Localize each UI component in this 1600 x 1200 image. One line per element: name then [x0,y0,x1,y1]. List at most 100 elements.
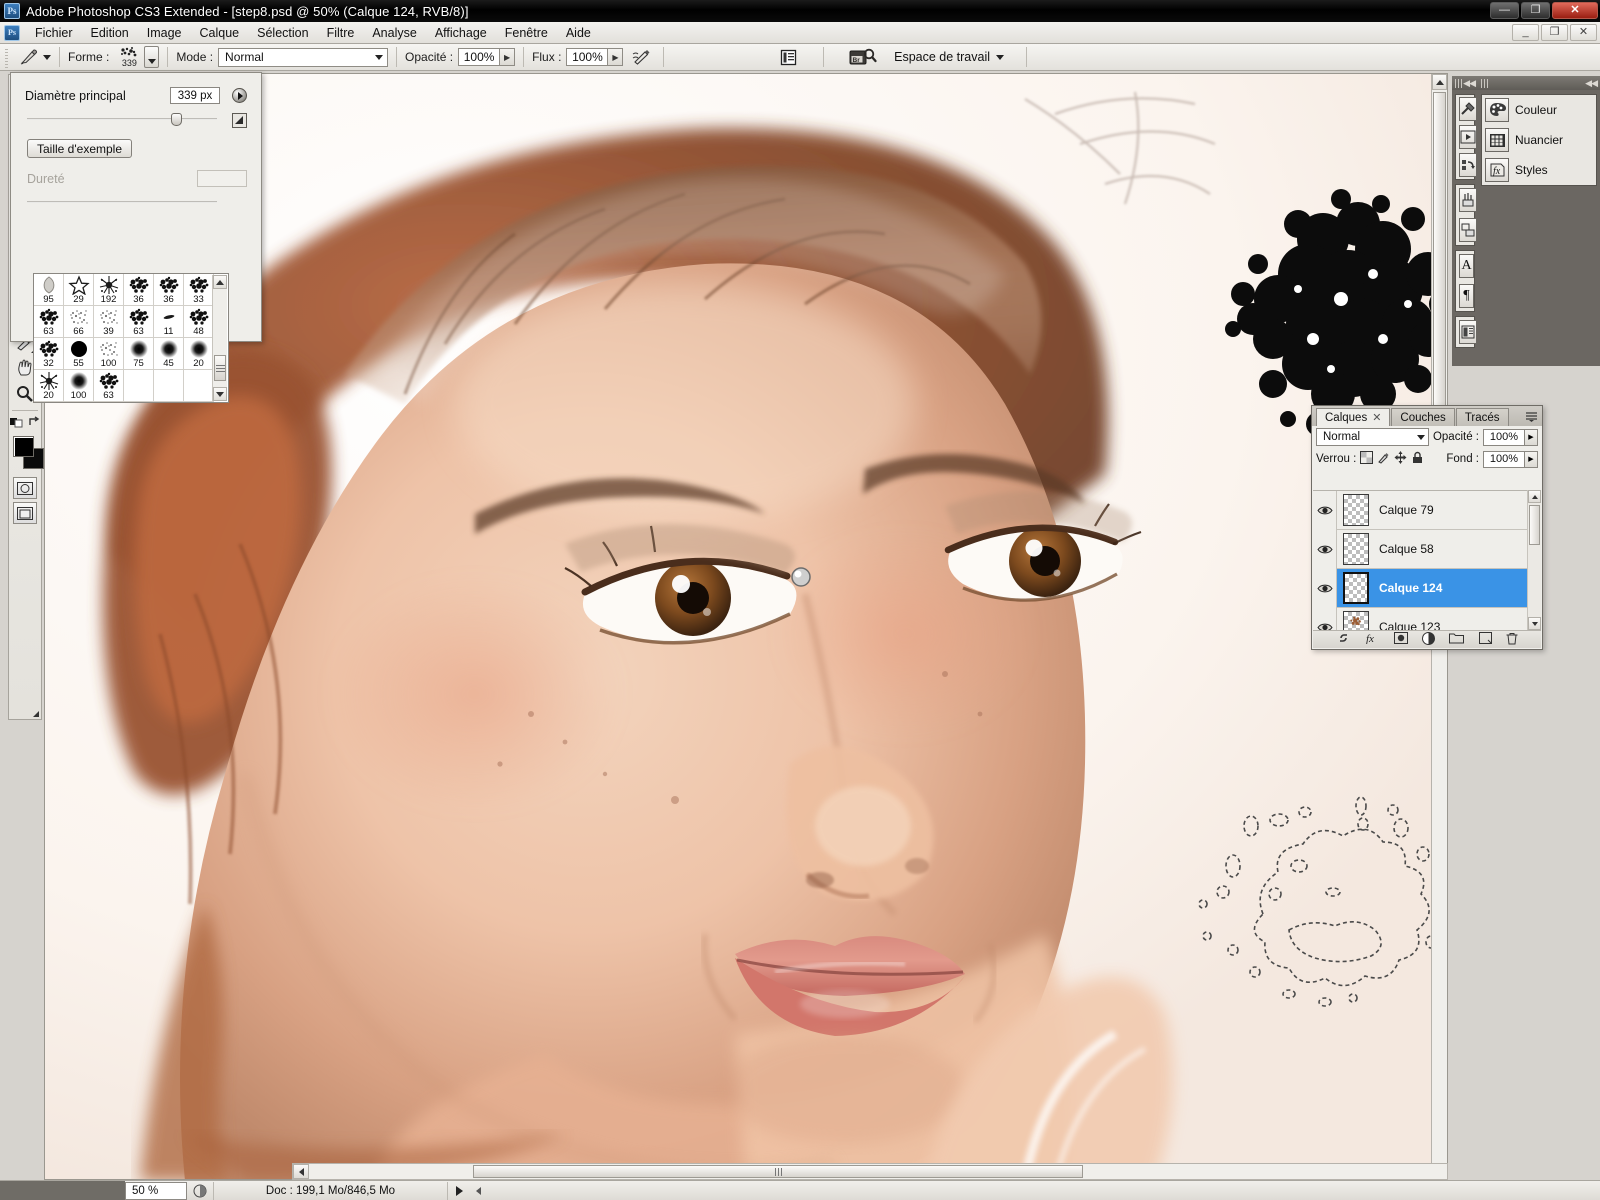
brush-preset-item[interactable]: 55 [64,338,94,370]
layer-blend-mode-select[interactable]: Normal [1316,428,1429,446]
layer-fill-value[interactable]: 100% [1483,451,1525,468]
brush-preset-item[interactable]: 100 [94,338,124,370]
proof-preview-icon[interactable] [187,1184,213,1198]
brush-preset-item[interactable]: 66 [64,306,94,338]
layer-visibility-toggle[interactable] [1313,569,1337,608]
brush-preset-list[interactable]: 9529192363633636639631148325510075452020… [33,273,229,403]
link-layers-button[interactable] [1336,632,1351,647]
layer-visibility-toggle[interactable] [1313,608,1337,631]
layer-row[interactable]: Calque 58 [1313,530,1541,569]
brush-preset-item[interactable]: 29 [64,274,94,306]
brush-preset-dropdown-button[interactable] [144,46,159,68]
layer-scroll-thumb[interactable] [1529,505,1540,545]
brush-preset-item[interactable]: 63 [34,306,64,338]
diameter-slider[interactable] [27,113,217,125]
layer-visibility-toggle[interactable] [1313,530,1337,569]
menu-selection[interactable]: Sélection [248,23,317,43]
brushes-icon[interactable] [1456,185,1474,215]
brush-scroll-thumb[interactable] [214,355,226,381]
document-icon[interactable]: Ps [4,25,20,41]
tab-traces[interactable]: Tracés [1456,408,1509,426]
layer-row[interactable]: Calque 123 [1313,608,1541,630]
collapse-dock-icon[interactable]: ◀◀ [1463,78,1475,89]
brush-preset-item[interactable]: 63 [94,370,124,402]
bridge-button[interactable]: Br [846,46,880,68]
minimize-button[interactable]: — [1490,2,1519,19]
new-layer-button[interactable] [1479,632,1492,647]
adjustment-layer-button[interactable] [1422,632,1435,648]
dock-grip-icon[interactable] [1481,79,1489,88]
layer-opacity-arrow-icon[interactable]: ▶ [1525,429,1538,446]
layer-row[interactable]: Calque 79 [1313,491,1541,530]
brush-preset-item[interactable]: 39 [94,306,124,338]
canvas-horizontal-scrollbar[interactable] [292,1163,1448,1180]
layer-scroll-down-icon[interactable] [1528,617,1541,630]
layer-list[interactable]: Calque 79Calque 58Calque 124Calque 123 [1313,490,1541,630]
brush-preset-item[interactable]: 100 [64,370,94,402]
menu-calque[interactable]: Calque [191,23,249,43]
dock-column-header[interactable]: ◀◀ [1452,76,1478,90]
layer-style-button[interactable]: fx [1365,632,1379,647]
menu-edition[interactable]: Edition [82,23,138,43]
brush-list-scrollbar[interactable] [212,275,227,401]
sample-size-button[interactable]: Taille d'exemple [27,139,132,158]
brush-preset-item[interactable]: 36 [124,274,154,306]
brush-preset-item[interactable]: 36 [154,274,184,306]
color-swatches[interactable] [9,434,43,474]
workspace-menu[interactable]: Espace de travail [894,50,1004,64]
dock-grip-icon[interactable] [1455,79,1463,88]
slider-thumb[interactable] [171,113,182,126]
brush-preset-item[interactable]: 20 [184,338,214,370]
doc-minimize-button[interactable]: _ [1512,24,1539,41]
status-menu-arrow-icon[interactable] [448,1186,470,1196]
opacity-control[interactable]: 100% ▶ [458,48,515,66]
diameter-input[interactable]: 339 px [170,87,220,104]
brush-preset-item[interactable]: 45 [154,338,184,370]
paragraph-icon[interactable]: ¶ [1456,281,1474,311]
dock-panel-header[interactable]: ◀◀ [1478,76,1600,90]
panel-styles[interactable]: fx Styles [1482,155,1596,185]
brush-picker-menu-button[interactable] [232,88,247,103]
lock-all-icon[interactable] [1411,451,1424,467]
brush-preset-item[interactable]: 95 [34,274,64,306]
actions-icon[interactable] [1456,123,1474,151]
menu-fenetre[interactable]: Fenêtre [496,23,557,43]
history-icon[interactable] [1456,151,1474,179]
flow-value[interactable]: 100% [566,48,608,66]
menu-analyse[interactable]: Analyse [363,23,425,43]
layer-opacity-value[interactable]: 100% [1483,429,1525,446]
brush-scroll-up-icon[interactable] [213,275,227,289]
brush-preset-item[interactable]: 33 [184,274,214,306]
menu-image[interactable]: Image [138,23,191,43]
panel-nuancier[interactable]: Nuancier [1482,125,1596,155]
tool-presets-icon[interactable] [1456,95,1474,123]
quick-mask-button[interactable] [13,477,37,499]
tab-couches[interactable]: Couches [1391,408,1454,426]
doc-close-button[interactable]: ✕ [1570,24,1597,41]
clone-source-icon[interactable] [1456,215,1474,245]
scroll-up-arrow-icon[interactable] [1432,74,1447,90]
layer-row[interactable]: Calque 124 [1313,569,1541,608]
tool-preset-caret-icon[interactable] [43,55,51,60]
new-group-button[interactable] [1449,632,1464,647]
new-brush-preset-button[interactable] [232,113,247,128]
menu-fichier[interactable]: Fichier [26,23,82,43]
brush-preview[interactable]: 339 [114,45,144,70]
close-icon[interactable]: ✕ [1372,411,1381,424]
brush-preset-picker[interactable]: Diamètre principal 339 px Taille d'exemp… [10,72,262,342]
brush-preset-item[interactable]: 75 [124,338,154,370]
brush-preset-item[interactable]: 63 [124,306,154,338]
layer-visibility-toggle[interactable] [1313,491,1337,530]
panel-menu-icon[interactable] [1523,409,1539,423]
menu-affichage[interactable]: Affichage [426,23,496,43]
swap-colors-icon[interactable] [28,416,40,428]
menu-aide[interactable]: Aide [557,23,600,43]
layer-list-scrollbar[interactable] [1527,490,1541,630]
close-button[interactable]: ✕ [1552,2,1598,19]
brush-preset-item[interactable]: 20 [34,370,64,402]
airbrush-toggle-icon[interactable] [629,46,655,68]
character-icon[interactable]: A [1456,251,1474,281]
brush-preset-item[interactable]: 48 [184,306,214,338]
document-size-info[interactable]: Doc : 199,1 Mo/846,5 Mo [213,1182,448,1200]
tab-calques[interactable]: Calques ✕ [1316,408,1390,426]
